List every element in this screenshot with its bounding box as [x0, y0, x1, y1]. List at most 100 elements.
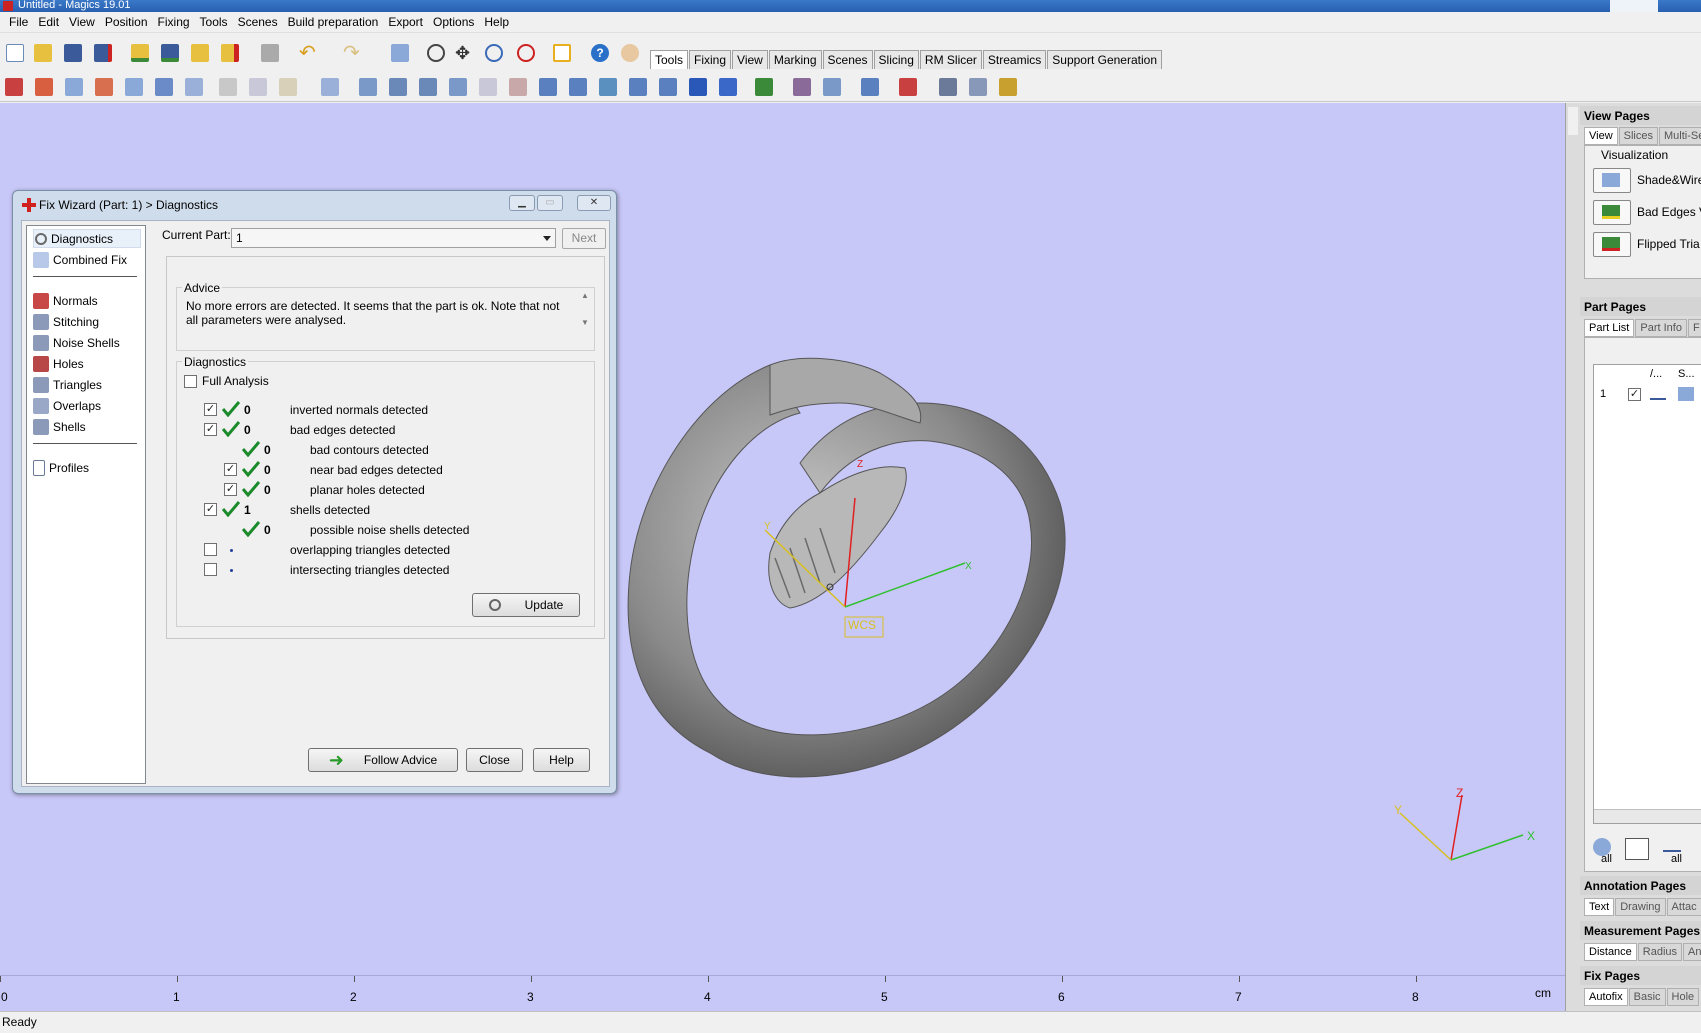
tab-measure-radius[interactable]: Radius — [1637, 943, 1683, 961]
menu-edit[interactable]: Edit — [33, 15, 64, 29]
diag-row-checkbox[interactable] — [204, 563, 217, 576]
flipped-triangles-button[interactable] — [1593, 232, 1631, 257]
nav-overlaps[interactable]: Overlaps — [33, 396, 101, 415]
unload-part-icon[interactable] — [218, 41, 242, 65]
hatch-icon[interactable] — [716, 75, 740, 99]
print-icon[interactable] — [258, 41, 282, 65]
tab-slicing[interactable]: Slicing — [873, 50, 919, 69]
label-icon[interactable] — [416, 75, 440, 99]
menu-options[interactable]: Options — [428, 15, 479, 29]
assistant-icon[interactable] — [618, 41, 642, 65]
tab-part-list[interactable]: Part List — [1584, 319, 1635, 337]
nav-profiles[interactable]: Profiles — [33, 458, 89, 477]
translate-icon[interactable] — [2, 75, 26, 99]
pin-icon[interactable] — [1568, 107, 1578, 135]
save-part-icon[interactable] — [158, 41, 182, 65]
menu-position[interactable]: Position — [100, 15, 153, 29]
menu-file[interactable]: File — [4, 15, 33, 29]
load-scene-icon[interactable] — [188, 41, 212, 65]
wireframe-all-icon[interactable] — [1663, 838, 1681, 852]
boolean-icon[interactable] — [356, 75, 380, 99]
fix-wizard-icon[interactable] — [896, 75, 920, 99]
diag-row-checkbox[interactable] — [204, 543, 217, 556]
window-control-area[interactable] — [1610, 0, 1658, 12]
tab-view[interactable]: View — [732, 50, 768, 69]
tab-fix-hole[interactable]: Hole — [1666, 988, 1700, 1006]
tab-tools[interactable]: Tools — [650, 50, 689, 69]
minimize-button[interactable]: ▁ — [509, 195, 535, 211]
toggle-selection-icon[interactable] — [1625, 838, 1649, 860]
nav-shells[interactable]: Shells — [33, 417, 86, 436]
menu-scenes[interactable]: Scenes — [233, 15, 283, 29]
tab-part-f[interactable]: F — [1687, 319, 1701, 337]
fix-pages-header[interactable]: Fix Pages — [1580, 966, 1701, 985]
checklist-icon[interactable] — [550, 41, 574, 65]
menu-build-preparation[interactable]: Build preparation — [283, 15, 384, 29]
rotate-part-icon[interactable] — [92, 75, 116, 99]
wireframe-icon[interactable] — [1650, 388, 1666, 400]
rotate-icon[interactable] — [62, 75, 86, 99]
diag-row-checkbox[interactable]: ✓ — [204, 503, 217, 516]
rotate-view-icon[interactable] — [424, 41, 448, 65]
diag-row-checkbox[interactable]: ✓ — [204, 423, 217, 436]
tab-annotation-attach[interactable]: Attac — [1666, 898, 1701, 916]
nav-normals[interactable]: Normals — [33, 291, 98, 310]
part-list-table[interactable]: /... S... 1 ✓ — [1593, 364, 1701, 824]
report-icon[interactable] — [996, 75, 1020, 99]
plate-icon[interactable] — [686, 75, 710, 99]
redo-icon[interactable]: ↷ — [340, 41, 364, 65]
tab-marking[interactable]: Marking — [768, 50, 822, 69]
tab-part-info[interactable]: Part Info — [1635, 319, 1687, 337]
nav-diagnostics[interactable]: Diagnostics — [33, 229, 141, 248]
shell-icon[interactable] — [506, 75, 530, 99]
current-part-select[interactable]: 1 — [231, 228, 556, 248]
tab-view-page[interactable]: View — [1584, 127, 1618, 145]
menu-fixing[interactable]: Fixing — [153, 15, 195, 29]
tab-fix-basic[interactable]: Basic — [1628, 988, 1666, 1006]
open-folder-icon[interactable] — [31, 41, 55, 65]
tab-streamics[interactable]: Streamics — [982, 50, 1047, 69]
undo-icon[interactable]: ↶ — [296, 41, 320, 65]
tab-rm-slicer[interactable]: RM Slicer — [919, 50, 982, 69]
import-part-icon[interactable] — [128, 41, 152, 65]
layers-icon[interactable] — [966, 75, 990, 99]
full-analysis-checkbox[interactable] — [184, 375, 197, 388]
save-as-icon[interactable] — [91, 41, 115, 65]
extrude-icon[interactable] — [536, 75, 560, 99]
hollow-icon[interactable] — [446, 75, 470, 99]
shading-icon[interactable] — [1678, 387, 1694, 401]
cut-punch-icon[interactable] — [626, 75, 650, 99]
paste-icon[interactable] — [276, 75, 300, 99]
tab-multi-section-page[interactable]: Multi-Se — [1659, 127, 1701, 145]
bad-edges-button[interactable] — [1593, 200, 1631, 225]
save-icon[interactable] — [61, 41, 85, 65]
offset-icon[interactable] — [476, 75, 500, 99]
help-icon[interactable]: ? — [588, 41, 612, 65]
shade-wire-button[interactable] — [1593, 168, 1631, 193]
diag-row-checkbox[interactable]: ✓ — [224, 463, 237, 476]
annotation-pages-header[interactable]: Annotation Pages — [1580, 876, 1701, 895]
menu-help[interactable]: Help — [479, 15, 514, 29]
help-button[interactable]: Help — [533, 748, 590, 772]
split-icon[interactable] — [752, 75, 776, 99]
menu-view[interactable]: View — [64, 15, 100, 29]
tab-annotation-drawing[interactable]: Drawing — [1615, 898, 1666, 916]
translate-default-icon[interactable] — [32, 75, 56, 99]
zoom-window-icon[interactable] — [514, 41, 538, 65]
mirror-icon[interactable] — [152, 75, 176, 99]
perforate-icon[interactable] — [596, 75, 620, 99]
zoom-icon[interactable] — [482, 41, 506, 65]
nav-triangles[interactable]: Triangles — [33, 375, 102, 394]
tab-measure-angle[interactable]: An — [1683, 943, 1701, 961]
advice-scrollbar[interactable]: ▲ ▼ — [577, 291, 593, 339]
close-window-button[interactable]: ✕ — [577, 195, 611, 211]
diag-row-checkbox[interactable]: ✓ — [224, 483, 237, 496]
part-row-checkbox[interactable]: ✓ — [1628, 388, 1641, 401]
tab-fix-autofix[interactable]: Autofix — [1584, 988, 1628, 1006]
menu-export[interactable]: Export — [383, 15, 428, 29]
close-button[interactable]: Close — [466, 748, 523, 772]
select-tool-icon[interactable] — [388, 41, 412, 65]
nav-holes[interactable]: Holes — [33, 354, 84, 373]
punch-icon[interactable] — [566, 75, 590, 99]
tab-scenes[interactable]: Scenes — [822, 50, 873, 69]
